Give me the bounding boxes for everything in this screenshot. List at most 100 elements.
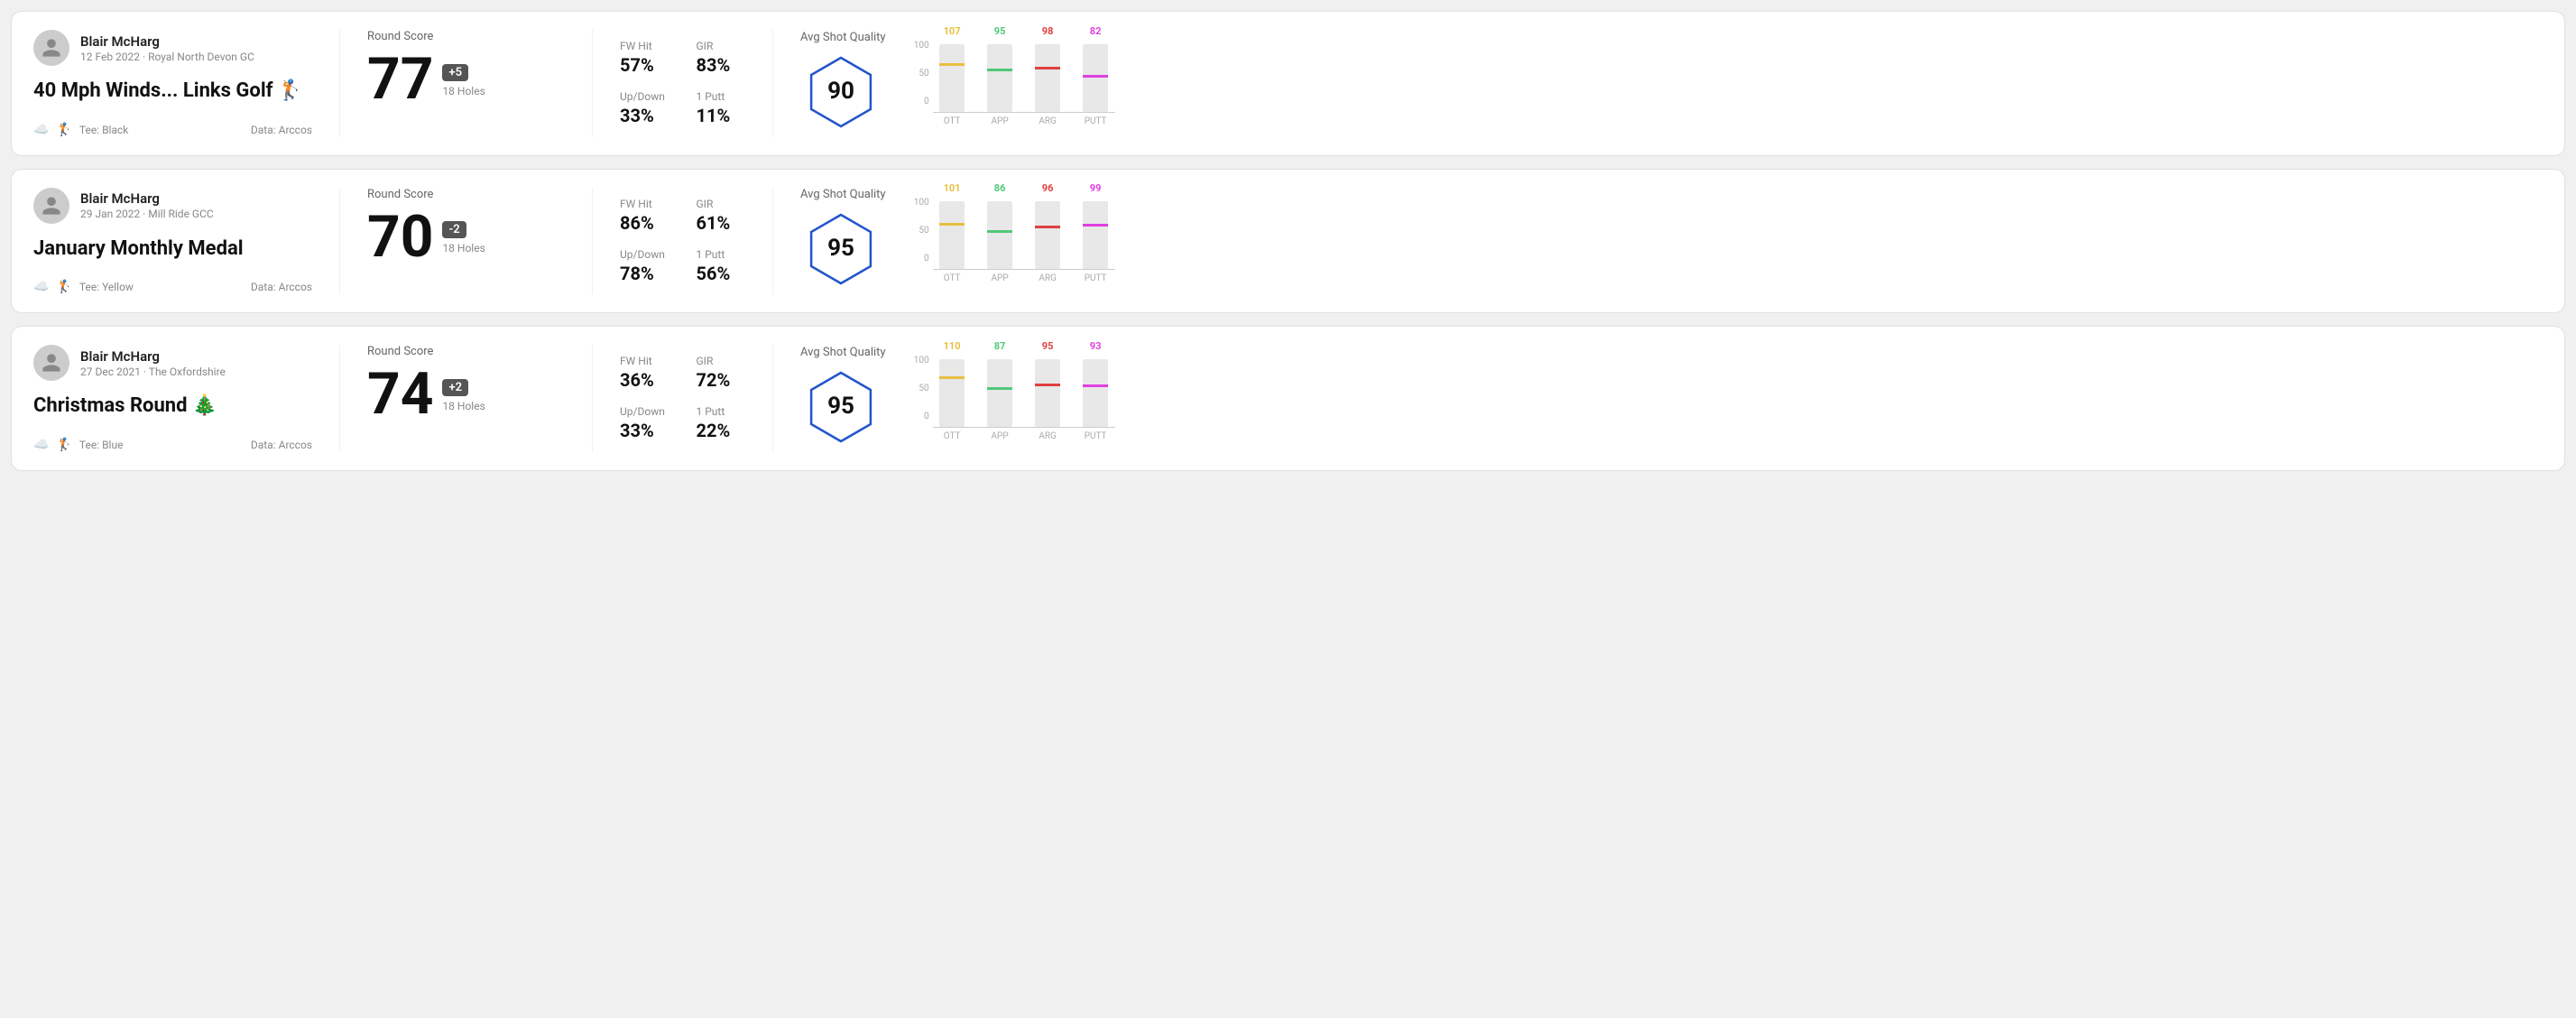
hexagon-wrapper: 95	[800, 366, 886, 451]
big-score: 77	[367, 51, 433, 108]
bar-value: 98	[1042, 25, 1054, 37]
weather-icon: ☁️	[33, 123, 49, 137]
one-putt-stat: 1 Putt 11%	[697, 90, 746, 126]
svg-text:95: 95	[827, 393, 854, 420]
hexagon-wrapper: 90	[800, 51, 886, 136]
user-date: 29 Jan 2022 · Mill Ride GCC	[80, 208, 214, 220]
round-meta: ☁️ 🏌 Tee: Black Data: Arccos	[33, 123, 312, 137]
bars-area: 107 95 98 82	[933, 41, 1115, 113]
up-down-value: 33%	[620, 105, 669, 126]
bar-value: 86	[994, 182, 1006, 194]
up-down-label: Up/Down	[620, 248, 669, 261]
svg-text:90: 90	[827, 78, 854, 105]
bars-area: 110 87 95 93	[933, 356, 1115, 428]
chart-x-label: APP	[981, 273, 1020, 283]
weather-icon: ☁️	[33, 438, 49, 452]
chart-bar-col: 110	[933, 355, 972, 427]
score-details: +5 18 Holes	[442, 62, 485, 97]
score-row: 70 -2 18 Holes	[367, 208, 565, 266]
score-row: 74 +2 18 Holes	[367, 366, 565, 423]
one-putt-label: 1 Putt	[697, 405, 746, 418]
round-title: Christmas Round 🎄	[33, 393, 312, 420]
bar-stripe	[1035, 226, 1060, 228]
fw-hit-stat: FW Hit 57%	[620, 40, 669, 76]
chart-bar-col: 93	[1076, 355, 1115, 427]
round-left-section: Blair McHarg 29 Jan 2022 · Mill Ride GCC…	[33, 188, 340, 295]
y-axis: 100 50 0	[908, 356, 933, 421]
bars-area: 101 86 96 99	[933, 198, 1115, 270]
chart-bar-col: 95	[981, 40, 1020, 112]
up-down-stat: Up/Down 33%	[620, 90, 669, 126]
bag-icon: 🏌	[56, 438, 71, 452]
up-down-label: Up/Down	[620, 405, 669, 418]
score-section: Round Score 77 +5 18 Holes	[340, 30, 593, 137]
bar-stripe	[1035, 384, 1060, 386]
user-date: 27 Dec 2021 · The Oxfordshire	[80, 366, 226, 378]
y-axis: 100 50 0	[908, 198, 933, 264]
user-name: Blair McHarg	[80, 190, 214, 207]
gir-stat: GIR 61%	[697, 198, 746, 234]
user-details: Blair McHarg 27 Dec 2021 · The Oxfordshi…	[80, 348, 226, 378]
quality-left: Avg Shot Quality 95	[800, 346, 886, 451]
user-name: Blair McHarg	[80, 33, 254, 50]
chart-container: 100 50 0 101 86 96	[908, 198, 1115, 283]
bar-background	[1083, 201, 1108, 269]
up-down-label: Up/Down	[620, 90, 669, 103]
chart-container: 100 50 0 110 87 95	[908, 356, 1115, 441]
round-left-section: Blair McHarg 27 Dec 2021 · The Oxfordshi…	[33, 345, 340, 452]
bar-value: 87	[994, 340, 1006, 352]
round-left-section: Blair McHarg 12 Feb 2022 · Royal North D…	[33, 30, 340, 137]
bar-stripe	[1035, 67, 1060, 69]
bar-value: 95	[1042, 340, 1054, 352]
x-labels: OTTAPPARGPUTT	[933, 116, 1115, 126]
one-putt-stat: 1 Putt 56%	[697, 248, 746, 284]
quality-section: Avg Shot Quality 95 100 50 0	[773, 188, 2543, 295]
data-source: Data: Arccos	[251, 124, 312, 136]
chart-bar-col: 107	[933, 40, 972, 112]
one-putt-value: 56%	[697, 263, 746, 284]
chart-x-label: OTT	[933, 431, 972, 441]
chart-bar-col: 86	[981, 197, 1020, 269]
bar-stripe	[939, 63, 965, 66]
gir-label: GIR	[697, 355, 746, 367]
chart-x-label: PUTT	[1076, 431, 1115, 441]
bar-stripe	[987, 69, 1012, 71]
stat-row-bottom: Up/Down 33% 1 Putt 11%	[620, 90, 745, 126]
tee-info: ☁️ 🏌 Tee: Blue	[33, 438, 123, 452]
chart-x-label: ARG	[1029, 273, 1067, 283]
chart-bar-col: 99	[1076, 197, 1115, 269]
chart-bar-col: 101	[933, 197, 972, 269]
user-info: Blair McHarg 12 Feb 2022 · Royal North D…	[33, 30, 312, 66]
bar-stripe	[1083, 224, 1108, 227]
tee-info: ☁️ 🏌 Tee: Yellow	[33, 280, 134, 294]
avg-quality-label: Avg Shot Quality	[800, 346, 886, 359]
gir-label: GIR	[697, 40, 746, 52]
bar-background	[987, 201, 1012, 269]
round-meta: ☁️ 🏌 Tee: Blue Data: Arccos	[33, 438, 312, 452]
stat-row-top: FW Hit 57% GIR 83%	[620, 40, 745, 76]
round-card: Blair McHarg 12 Feb 2022 · Royal North D…	[11, 11, 2565, 156]
bar-background	[1035, 201, 1060, 269]
fw-hit-label: FW Hit	[620, 40, 669, 52]
score-section: Round Score 70 -2 18 Holes	[340, 188, 593, 295]
hexagon-wrapper: 95	[800, 208, 886, 293]
score-diff-badge: +5	[442, 64, 468, 81]
gir-value: 72%	[697, 369, 746, 391]
y-label-100: 100	[914, 198, 929, 208]
y-label-0: 0	[924, 97, 929, 106]
chart-x-label: OTT	[933, 273, 972, 283]
avatar	[33, 188, 69, 224]
bar-background	[1083, 359, 1108, 427]
stat-row-top: FW Hit 36% GIR 72%	[620, 355, 745, 391]
quality-section: Avg Shot Quality 90 100 50 0	[773, 30, 2543, 137]
stat-row-top: FW Hit 86% GIR 61%	[620, 198, 745, 234]
fw-hit-value: 57%	[620, 54, 669, 76]
bar-background	[1035, 359, 1060, 427]
quality-left: Avg Shot Quality 90	[800, 31, 886, 136]
y-label-100: 100	[914, 356, 929, 366]
big-score: 70	[367, 208, 433, 266]
chart-x-label: OTT	[933, 116, 972, 126]
chart-bar-col: 95	[1029, 355, 1067, 427]
bar-value: 110	[944, 340, 961, 352]
user-name: Blair McHarg	[80, 348, 226, 365]
